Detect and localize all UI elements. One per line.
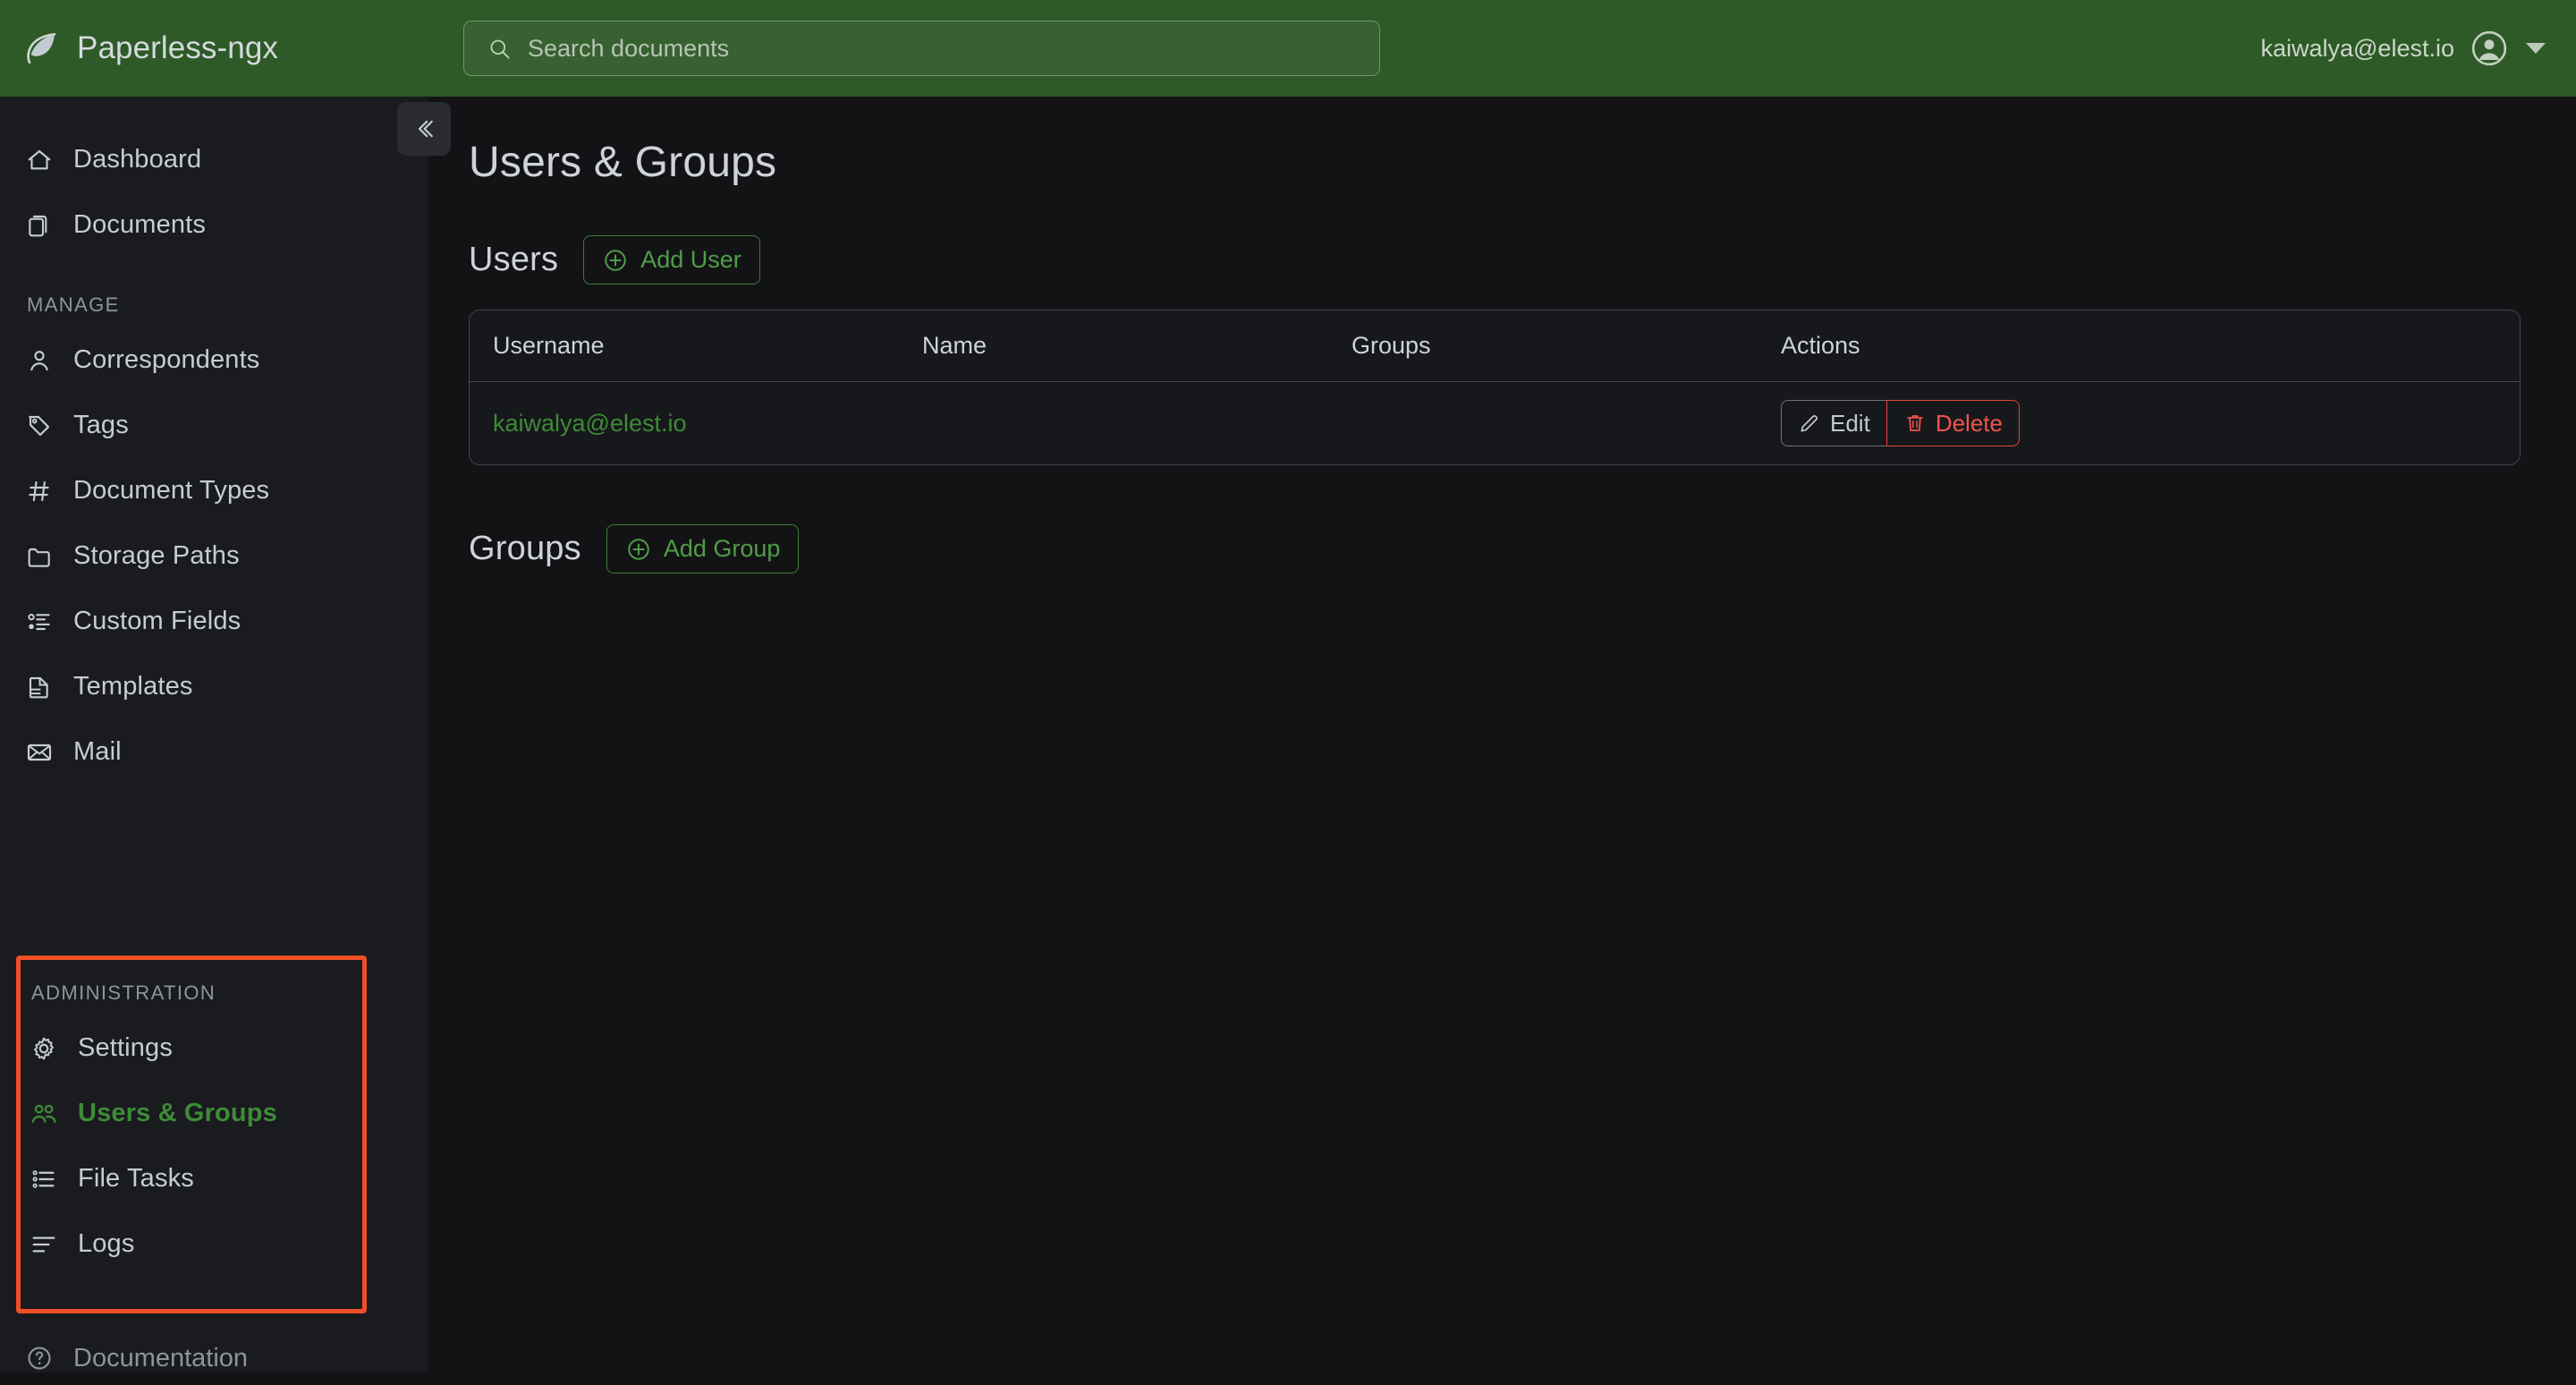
groups-section-title: Groups <box>469 530 581 567</box>
sidebar-item-correspondents[interactable]: Correspondents <box>0 327 428 393</box>
log-lines-icon <box>30 1230 58 1259</box>
users-section-title: Users <box>469 241 559 278</box>
collapse-sidebar-button[interactable] <box>397 102 451 156</box>
person-icon <box>25 346 54 375</box>
task-list-icon <box>30 1165 58 1194</box>
users-section-header: Users Add User <box>469 235 2521 285</box>
people-icon <box>30 1100 58 1128</box>
column-header-groups: Groups <box>1328 310 1758 382</box>
users-table-header-row: Username Name Groups Actions <box>470 310 2520 382</box>
users-table-head: Username Name Groups Actions <box>470 310 2520 382</box>
add-user-button[interactable]: Add User <box>583 235 760 285</box>
sidebar-item-label: Dashboard <box>73 145 202 174</box>
sidebar-item-file-tasks[interactable]: File Tasks <box>21 1146 362 1211</box>
house-icon <box>25 146 54 174</box>
sidebar-item-dashboard[interactable]: Dashboard <box>0 127 428 192</box>
user-email-label: kaiwalya@elest.io <box>2260 34 2454 62</box>
sidebar-item-label: Mail <box>73 737 122 766</box>
leaf-icon <box>23 29 61 68</box>
search-container <box>463 21 1380 76</box>
edit-user-button[interactable]: Edit <box>1781 400 1886 446</box>
column-header-name: Name <box>899 310 1328 382</box>
cell-groups <box>1328 382 1758 465</box>
delete-user-button-label: Delete <box>1935 409 2003 437</box>
column-header-actions: Actions <box>1758 310 2520 382</box>
sidebar-item-label: Correspondents <box>73 345 260 374</box>
add-user-button-label: Add User <box>640 246 741 273</box>
sidebar-section-administration: ADMINISTRATION <box>31 981 216 1004</box>
hash-icon <box>25 477 54 506</box>
users-table: Username Name Groups Actions kaiwalya@el… <box>470 310 2520 464</box>
plus-circle-icon <box>625 536 652 563</box>
sidebar-item-label: Settings <box>78 1033 173 1062</box>
user-menu[interactable]: kaiwalya@elest.io <box>2260 0 2576 97</box>
question-circle-icon <box>25 1344 54 1372</box>
plus-circle-icon <box>602 247 629 274</box>
sidebar-item-label: Users & Groups <box>78 1099 277 1127</box>
sidebar-item-label: Templates <box>73 672 193 701</box>
sidebar-item-label: Documents <box>73 210 207 239</box>
sidebar-item-settings[interactable]: Settings <box>21 1015 362 1081</box>
envelope-icon <box>25 738 54 767</box>
list-detail-icon <box>25 608 54 636</box>
delete-user-button[interactable]: Delete <box>1885 400 2020 446</box>
sidebar-item-documentation[interactable]: Documentation <box>16 1331 248 1385</box>
sidebar-primary-list: Dashboard Documents MANAGE Correspondent… <box>0 97 428 785</box>
groups-section-header: Groups Add Group <box>469 524 2521 574</box>
trash-icon <box>1903 412 1927 435</box>
file-earmark-icon <box>25 673 54 701</box>
sidebar-item-users-and-groups[interactable]: Users & Groups <box>21 1081 362 1146</box>
sidebar-item-label: File Tasks <box>78 1164 194 1193</box>
sidebar-item-label: Document Types <box>73 476 270 505</box>
sidebar-item-label: Custom Fields <box>73 607 242 635</box>
sidebar-item-storage-paths[interactable]: Storage Paths <box>0 523 428 589</box>
gear-icon <box>30 1034 58 1063</box>
edit-user-button-label: Edit <box>1830 409 1870 437</box>
caret-down-icon[interactable] <box>2526 43 2546 54</box>
users-section: Users Add User Username Name Groups Acti… <box>469 235 2521 465</box>
search-icon <box>487 37 512 61</box>
table-row: kaiwalya@elest.io Edit Delete <box>470 382 2520 465</box>
folder-icon <box>25 542 54 571</box>
search-box[interactable] <box>463 21 1380 76</box>
sidebar-item-tags[interactable]: Tags <box>0 393 428 458</box>
add-group-button[interactable]: Add Group <box>606 524 800 574</box>
brand-home-link[interactable]: Paperless-ngx <box>0 0 428 97</box>
sidebar-item-templates[interactable]: Templates <box>0 654 428 719</box>
sidebar-item-label: Documentation <box>73 1343 249 1372</box>
top-app-bar: Paperless-ngx kaiwalya@elest.io <box>0 0 2576 97</box>
cell-name <box>899 382 1328 465</box>
administration-highlight-box: ADMINISTRATION Settings Users & Groups F… <box>16 956 367 1313</box>
search-input[interactable] <box>526 21 1379 75</box>
sidebar-item-label: Storage Paths <box>73 541 240 570</box>
cell-actions: Edit Delete <box>1758 382 2520 465</box>
main-content: Users & Groups Users Add User Username N… <box>428 97 2576 1372</box>
sidebar-item-logs[interactable]: Logs <box>21 1211 362 1277</box>
chevron-double-left-icon <box>411 115 437 142</box>
files-icon <box>25 211 54 240</box>
sidebar-item-label: Tags <box>73 411 129 439</box>
users-table-body: kaiwalya@elest.io Edit Delete <box>470 382 2520 465</box>
add-group-button-label: Add Group <box>663 535 781 562</box>
sidebar: Dashboard Documents MANAGE Correspondent… <box>0 97 428 1372</box>
row-action-group: Edit Delete <box>1781 400 2020 446</box>
user-link[interactable]: kaiwalya@elest.io <box>493 410 687 437</box>
page-title: Users & Groups <box>469 139 777 186</box>
column-header-username: Username <box>470 310 899 382</box>
sidebar-item-custom-fields[interactable]: Custom Fields <box>0 589 428 654</box>
users-table-card: Username Name Groups Actions kaiwalya@el… <box>469 310 2521 465</box>
tag-icon <box>25 412 54 440</box>
sidebar-section-manage: MANAGE <box>27 293 120 316</box>
sidebar-item-document-types[interactable]: Document Types <box>0 458 428 523</box>
sidebar-item-documents[interactable]: Documents <box>0 192 428 258</box>
brand-name: Paperless-ngx <box>77 30 279 65</box>
sidebar-item-mail[interactable]: Mail <box>0 719 428 785</box>
sidebar-item-label: Logs <box>78 1229 135 1258</box>
pencil-icon <box>1798 412 1821 435</box>
account-circle-icon[interactable] <box>2470 30 2508 67</box>
groups-section: Groups Add Group <box>469 524 2521 574</box>
cell-username: kaiwalya@elest.io <box>470 382 899 465</box>
